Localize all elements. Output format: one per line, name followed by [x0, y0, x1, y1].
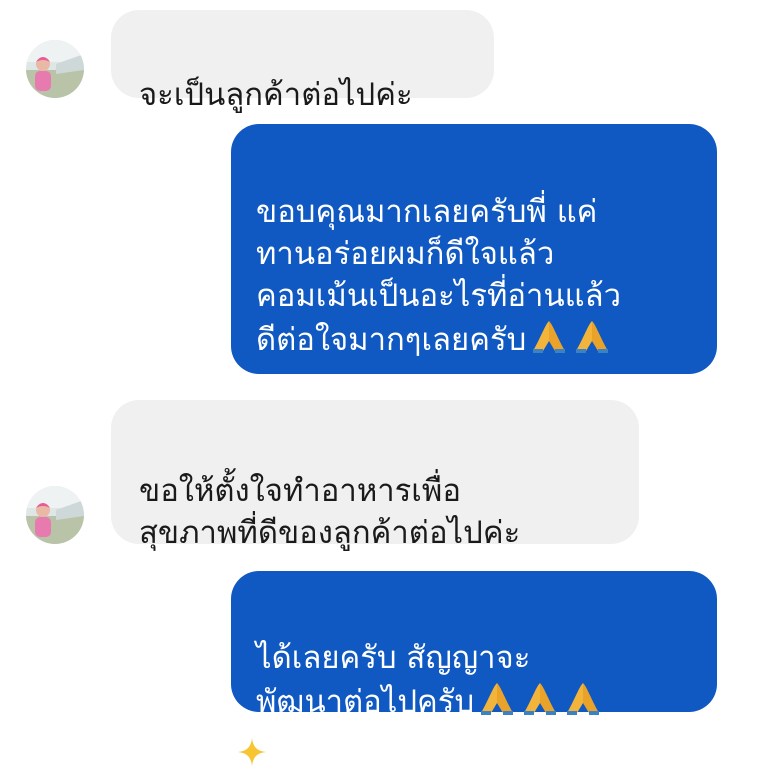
avatar-photo [26, 40, 84, 98]
message-text: จะเป็นลูกค้าต่อไปค่ะ [139, 77, 413, 113]
folded-hands-icon [563, 679, 603, 728]
avatar[interactable] [26, 40, 84, 98]
message-bubble-outgoing[interactable]: ได้เลยครับ สัญญาจะ พัฒนาต่อไปครับ [231, 571, 717, 720]
folded-hands-icon [572, 317, 612, 366]
avatar-photo [26, 486, 84, 544]
message-bubble-outgoing[interactable]: ขอบคุณมากเลยครับพี่ แค่ ทานอร่อยผมก็ดีใจ… [231, 124, 717, 374]
message-bubble-incoming[interactable]: ขอให้ตั้งใจทำอาหารเพื่อ สุขภาพที่ดีของลู… [111, 400, 639, 551]
message-bubble-incoming[interactable]: จะเป็นลูกค้าต่อไปค่ะ [111, 10, 494, 113]
avatar[interactable] [26, 486, 84, 544]
message-text: ขอให้ตั้งใจทำอาหารเพื่อ สุขภาพที่ดีของลู… [139, 473, 521, 551]
folded-hands-icon [520, 679, 560, 728]
folded-hands-icon [529, 317, 569, 366]
sparkle-icon [238, 738, 266, 770]
folded-hands-icon [477, 679, 517, 728]
